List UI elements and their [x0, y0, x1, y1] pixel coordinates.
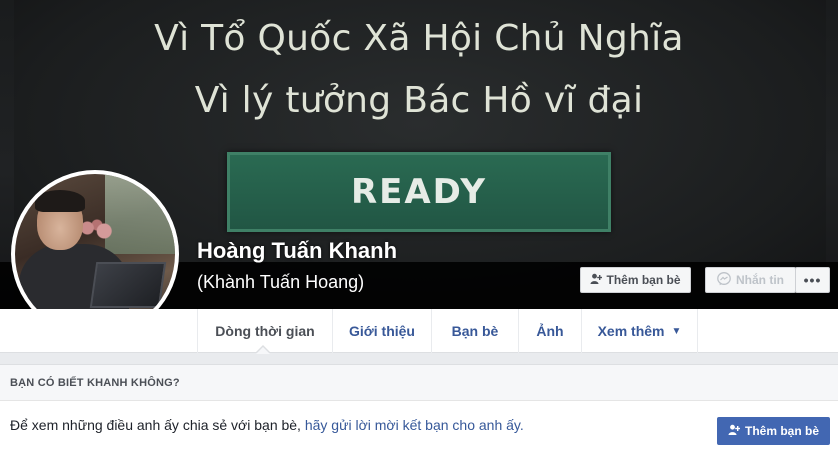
profile-page: Vì Tổ Quốc Xã Hội Chủ Nghĩa Vì lý tưởng … [0, 0, 838, 452]
tab-timeline-label: Dòng thời gian [215, 323, 315, 339]
message-label: Nhắn tin [736, 273, 784, 287]
avatar-laptop [89, 262, 167, 308]
more-options-button[interactable]: ••• [795, 267, 830, 293]
tab-friends-label: Bạn bè [451, 323, 499, 339]
profile-alternate-name: (Khành Tuấn Hoang) [197, 272, 365, 292]
know-person-card: BẠN CÓ BIẾT KHANH KHÔNG? Để xem những đi… [0, 364, 838, 452]
add-friend-primary-label: Thêm bạn bè [744, 424, 819, 438]
add-friend-button[interactable]: Thêm bạn bè [580, 267, 691, 293]
add-friend-icon [590, 273, 603, 288]
cover-text-line-1: Vì Tổ Quốc Xã Hội Chủ Nghĩa [154, 18, 684, 59]
know-card-description: Để xem những điều anh ấy chia sẻ với bạn… [10, 417, 305, 433]
add-friend-primary-button[interactable]: Thêm bạn bè [717, 417, 830, 445]
ready-banner: READY [227, 152, 611, 232]
profile-tab-bar: Dòng thời gian Giới thiệu Bạn bè Ảnh Xem… [0, 309, 838, 353]
messenger-icon [717, 271, 731, 289]
ready-text: READY [350, 172, 488, 212]
profile-name[interactable]: Hoàng Tuấn Khanh [197, 238, 397, 264]
active-tab-pointer-fill [256, 347, 270, 354]
send-request-link[interactable]: hãy gửi lời mời kết bạn cho anh ấy. [305, 417, 524, 433]
tab-friends[interactable]: Bạn bè [431, 309, 518, 353]
avatar-hair [35, 190, 85, 212]
know-card-body: Để xem những điều anh ấy chia sẻ với bạn… [0, 401, 838, 452]
add-friend-icon [728, 424, 741, 439]
add-friend-label: Thêm bạn bè [606, 273, 681, 287]
know-card-text: Để xem những điều anh ấy chia sẻ với bạn… [10, 417, 524, 433]
tab-about-label: Giới thiệu [349, 323, 415, 339]
tab-about[interactable]: Giới thiệu [332, 309, 431, 353]
cover-text-line-2: Vì lý tưởng Bác Hồ vĩ đại [194, 80, 644, 121]
tab-photos[interactable]: Ảnh [518, 309, 581, 353]
tab-more[interactable]: Xem thêm ▼ [581, 309, 698, 353]
tab-photos-label: Ảnh [536, 323, 564, 339]
caret-down-icon: ▼ [671, 325, 682, 337]
tab-more-label: Xem thêm [597, 323, 665, 339]
message-button[interactable]: Nhắn tin [705, 267, 796, 293]
more-dots-icon: ••• [803, 272, 822, 288]
know-card-header: BẠN CÓ BIẾT KHANH KHÔNG? [0, 365, 838, 401]
